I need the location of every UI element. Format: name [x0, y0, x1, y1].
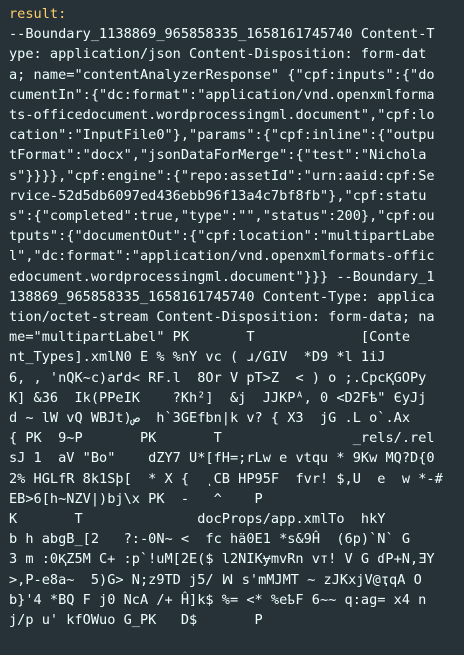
result-text-line: ype: application/json Content-Dispositio…: [9, 46, 427, 63]
result-text-line: j/p u' kfOWuo G_PK D$ P: [9, 612, 263, 629]
result-key-label: result:: [9, 6, 67, 22]
result-value-block: --Boundary_1138869_965858335_16581617457…: [9, 24, 460, 630]
result-text-line: { PK 9~P PK T _rels/.rel: [9, 430, 435, 447]
result-text-line: 138869_965858335_1658161745740 Content-T…: [9, 288, 435, 305]
result-text-line: l","dc:format":"application/vnd.openxmlf…: [9, 248, 435, 265]
result-text-line: nt_Types].xmlN0 E % %nY vc ( ɹ/GIV *D9 *…: [9, 349, 386, 366]
result-text-line: 3 m :0ⱩZ5M C+ :p`!uM[2E($ l2NIKɏmvRn vт!…: [9, 551, 435, 568]
result-text-line: tion/octet-stream Content-Disposition: f…: [9, 309, 435, 326]
result-text-line: b}'4 *BQ F j0 NcA /+ Ĥ]k$ %= <* %eҍF 6~~…: [9, 591, 427, 608]
result-text-line: >,P-e8a~ 5)G> N;z9TD j5/ ꟽ s'mMJMT ~ zJK…: [9, 571, 422, 588]
result-text-line: edocument.wordprocessingml.document"}}} …: [9, 268, 435, 285]
result-text-line: K] &36 Ik(PPeIK ?Kh²] &j JJKPᴬ, 0 <D2Fѣ"…: [9, 389, 427, 406]
result-text-line: sJ 1 aV "Bo" dZY7 U*[fH=;rLw e vtqu * 9K…: [9, 450, 435, 467]
output-panel[interactable]: result: --Boundary_1138869_965858335_165…: [0, 0, 464, 655]
result-text-line: K T docProps/app.xmlTo hkY: [9, 511, 386, 528]
result-text-line: EB>6[h~NZV|)bj\x PK - ^ P: [9, 490, 263, 507]
result-text-line: a; name="contentAnalyzerResponse" {"cpf:…: [9, 66, 435, 83]
result-text-line: ԁ ~ lW vQ WBJt)ﺹ h`3GEfbn|k v? { X3 jG .…: [9, 410, 411, 427]
result-text-line: tFormat":"docx","jsonDataForMerge":{"tes…: [9, 147, 427, 164]
result-text-line: 6, , 'nQK~c)aґd< RF.l 8Or V pT>Z < ) o ;…: [9, 369, 427, 386]
result-text-line: tputs":{"documentOut":{"cpf:location":"m…: [9, 228, 435, 245]
result-text-line: --Boundary_1138869_965858335_16581617457…: [9, 26, 435, 43]
result-text-line: s"}}}},"cpf:engine":{"repo:assetId":"urn…: [9, 167, 435, 184]
result-text-line: cation":"InputFile0"},"params":{"cpf:inl…: [9, 127, 435, 144]
result-text-line: me="multipartLabel" PK T [Conte: [9, 329, 411, 346]
result-text-line: rvice-52d5db6097ed436ebb96f13a4c7bf8fb"}…: [9, 187, 427, 204]
result-text-line: cumentIn":{"dc:format":"application/vnd.…: [9, 86, 435, 103]
result-text-line: b h abgB_[2 ?:-0N~ < fc hä0E1 *s&9Ĥ (6p)…: [9, 531, 411, 548]
result-text-line: ts-officedocument.wordprocessingml.docum…: [9, 107, 435, 124]
result-text-line: s":{"completed":true,"type":"","status":…: [9, 208, 435, 225]
result-text-line: 2% HGLfR 8k1Sþ[ * X { ͺCB HP95F fvr! $,U…: [9, 470, 443, 487]
